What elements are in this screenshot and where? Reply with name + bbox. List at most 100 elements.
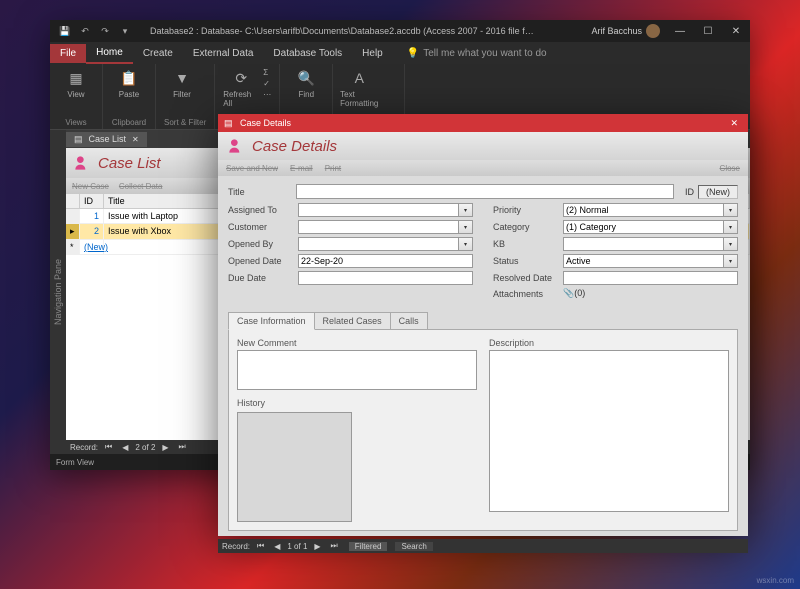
chevron-down-icon[interactable]: ▾ <box>459 203 473 217</box>
chevron-down-icon[interactable]: ▾ <box>459 220 473 234</box>
assigned-to-combo[interactable]: ▾ <box>298 203 473 217</box>
dialog-body: Title ID (New) Assigned To▾ Customer▾ Op… <box>218 176 748 539</box>
id-label: ID <box>678 187 694 197</box>
record-position: 1 of 1 <box>287 542 307 551</box>
title-input[interactable] <box>296 184 674 199</box>
ribbon-tabs: File Home Create External Data Database … <box>50 42 750 64</box>
form-icon: ▤ <box>74 134 83 145</box>
first-record-button[interactable]: ⏮ <box>254 541 267 551</box>
save-icon[interactable]: 💾 <box>58 24 72 38</box>
case-list-title: Case List <box>98 155 161 172</box>
user-account[interactable]: Arif Bacchus <box>585 24 666 38</box>
tab-calls[interactable]: Calls <box>390 312 428 330</box>
user-name: Arif Bacchus <box>591 26 642 36</box>
undo-icon[interactable]: ↶ <box>78 24 92 38</box>
text-formatting-button[interactable]: AText Formatting <box>341 68 377 108</box>
tab-create[interactable]: Create <box>133 44 183 63</box>
close-link[interactable]: Close <box>720 164 740 173</box>
collect-data-link[interactable]: Collect Data <box>119 182 163 191</box>
watermark: wsxin.com <box>757 576 794 585</box>
status-combo[interactable]: ▾ <box>563 254 738 268</box>
tell-me-search[interactable]: 💡 Tell me what you want to do <box>393 48 547 59</box>
redo-icon[interactable]: ↷ <box>98 24 112 38</box>
minimize-button[interactable]: — <box>666 20 694 42</box>
dialog-close-button[interactable]: ✕ <box>726 118 742 129</box>
tab-home[interactable]: Home <box>86 43 133 64</box>
dialog-title: Case Details <box>252 138 337 155</box>
maximize-button[interactable]: ☐ <box>694 20 722 42</box>
category-combo[interactable]: ▾ <box>563 220 738 234</box>
record-position: 2 of 2 <box>135 443 155 452</box>
next-record-button[interactable]: ▶ <box>311 542 323 551</box>
ribbon-group-views: ▦View Views <box>50 64 103 129</box>
opened-by-combo[interactable]: ▾ <box>298 237 473 251</box>
dialog-record-navigator: Record: ⏮ ◀ 1 of 1 ▶ ⏭ Filtered Search <box>218 539 748 553</box>
priority-combo[interactable]: ▾ <box>563 203 738 217</box>
close-tab-icon[interactable]: ✕ <box>132 135 139 144</box>
history-box[interactable] <box>237 412 352 522</box>
chevron-down-icon[interactable]: ▾ <box>724 254 738 268</box>
qat-more-icon[interactable]: ▾ <box>118 24 132 38</box>
prev-record-button[interactable]: ◀ <box>119 443 131 452</box>
id-value: (New) <box>698 185 738 199</box>
refresh-button[interactable]: ⟳Refresh All <box>223 68 259 108</box>
dialog-titlebar[interactable]: ▤ Case Details ✕ <box>218 114 748 132</box>
tab-case-list[interactable]: ▤ Case List ✕ <box>66 132 147 147</box>
last-record-button[interactable]: ⏭ <box>328 541 341 551</box>
chevron-down-icon[interactable]: ▾ <box>724 220 738 234</box>
paperclip-icon: 📎 <box>563 288 574 298</box>
tab-case-information[interactable]: Case Information <box>228 312 315 330</box>
access-icon: ▤ <box>224 118 236 129</box>
customer-combo[interactable]: ▾ <box>298 220 473 234</box>
kb-combo[interactable]: ▾ <box>563 237 738 251</box>
left-column: Assigned To▾ Customer▾ Opened By▾ Opened… <box>228 203 473 302</box>
print-link[interactable]: Print <box>325 164 341 173</box>
chevron-down-icon[interactable]: ▾ <box>724 203 738 217</box>
save-and-new-link[interactable]: Save and New <box>226 164 278 173</box>
email-link[interactable]: E-mail <box>290 164 313 173</box>
tab-related-cases[interactable]: Related Cases <box>314 312 391 330</box>
paste-icon: 📋 <box>119 68 139 88</box>
spelling-icon[interactable]: ✓ <box>263 79 271 88</box>
right-column: Priority▾ Category▾ KB▾ Status▾ Resolved… <box>493 203 738 302</box>
navigation-pane-collapsed[interactable]: Navigation Pane <box>50 130 66 454</box>
search-box[interactable]: Search <box>395 542 432 551</box>
text-format-icon: A <box>349 68 369 88</box>
first-record-button[interactable]: ⏮ <box>102 442 115 452</box>
view-icon: ▦ <box>66 68 86 88</box>
case-list-icon <box>72 153 92 173</box>
resolved-date-input[interactable] <box>563 271 738 285</box>
prev-record-button[interactable]: ◀ <box>271 542 283 551</box>
paste-button[interactable]: 📋Paste <box>111 68 147 99</box>
case-details-dialog: ▤ Case Details ✕ Case Details Save and N… <box>218 114 748 536</box>
avatar <box>646 24 660 38</box>
find-icon: 🔍 <box>296 68 316 88</box>
totals-icon[interactable]: Σ <box>263 68 271 77</box>
new-case-link[interactable]: New Case <box>72 182 109 191</box>
tab-help[interactable]: Help <box>352 44 393 63</box>
last-record-button[interactable]: ⏭ <box>176 442 189 452</box>
title-label: Title <box>228 187 292 197</box>
find-button[interactable]: 🔍Find <box>288 68 324 99</box>
filter-button[interactable]: ▼Filter <box>164 68 200 99</box>
col-id[interactable]: ID <box>80 194 104 208</box>
dialog-header: Case Details <box>218 132 748 160</box>
lightbulb-icon: 💡 <box>407 48 419 59</box>
tab-external-data[interactable]: External Data <box>183 44 264 63</box>
tab-file[interactable]: File <box>50 44 86 63</box>
description-input[interactable] <box>489 350 729 512</box>
close-button[interactable]: ✕ <box>722 20 750 42</box>
filtered-indicator[interactable]: Filtered <box>349 542 388 551</box>
due-date-input[interactable] <box>298 271 473 285</box>
tab-database-tools[interactable]: Database Tools <box>263 44 352 63</box>
new-comment-input[interactable] <box>237 350 477 390</box>
opened-date-input[interactable] <box>298 254 473 268</box>
more-icon[interactable]: ⋯ <box>263 90 271 99</box>
chevron-down-icon[interactable]: ▾ <box>724 237 738 251</box>
view-button[interactable]: ▦View <box>58 68 94 99</box>
ribbon-group-clipboard: 📋Paste Clipboard <box>103 64 156 129</box>
filter-icon: ▼ <box>172 68 192 88</box>
attachments-value[interactable]: 📎(0) <box>563 288 585 299</box>
chevron-down-icon[interactable]: ▾ <box>459 237 473 251</box>
next-record-button[interactable]: ▶ <box>159 443 171 452</box>
